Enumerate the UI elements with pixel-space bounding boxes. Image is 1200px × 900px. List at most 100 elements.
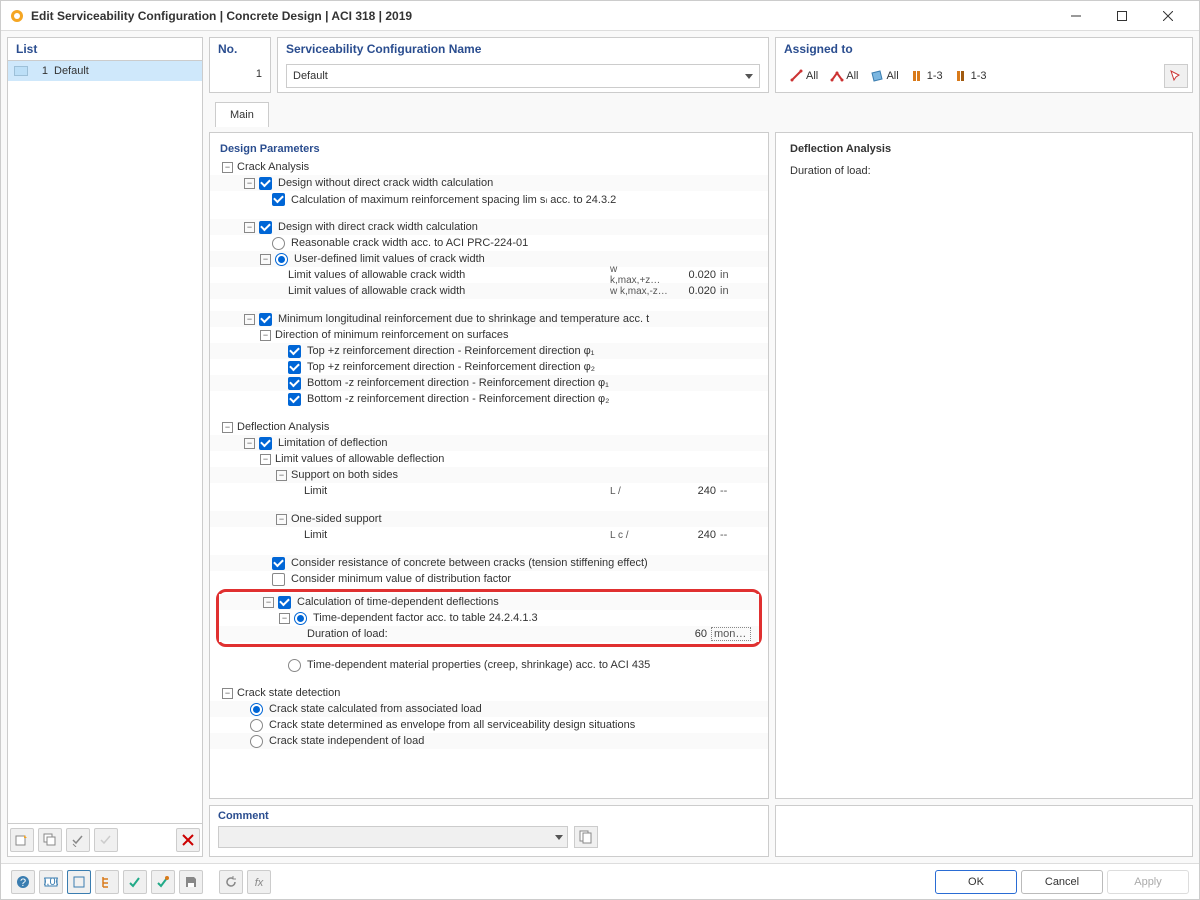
list-item[interactable]: 1 Default [8,61,202,81]
node-design-without[interactable]: Design without direct crack width calcul… [278,177,760,189]
checkbox[interactable] [288,361,301,374]
expander-icon[interactable] [244,438,255,449]
tree-button[interactable] [95,870,119,894]
select-objects-button[interactable] [1164,64,1188,88]
expander-icon[interactable] [279,613,290,624]
radio[interactable] [250,719,263,732]
check-all-button[interactable] [66,828,90,852]
expander-icon[interactable] [244,222,255,233]
checkbox[interactable] [259,437,272,450]
node-bot-p2[interactable]: Bottom -z reinforcement direction - Rein… [307,393,760,405]
save-button[interactable] [179,870,203,894]
node-dir-min[interactable]: Direction of minimum reinforcement on su… [275,329,760,341]
radio[interactable] [250,703,263,716]
expander-icon[interactable] [222,422,233,433]
node-limit-vals-defl[interactable]: Limit values of allowable deflection [275,453,760,465]
node-top-p2[interactable]: Top +z reinforcement direction - Reinfor… [307,361,760,373]
checkbox[interactable] [272,193,285,206]
node-consider-min[interactable]: Consider minimum value of distribution f… [291,573,760,585]
list-item-name: Default [54,65,89,77]
chip-range2[interactable]: 1-3 [951,66,991,86]
radio[interactable] [275,253,288,266]
node-top-p1[interactable]: Top +z reinforcement direction - Reinfor… [307,345,760,357]
node-limit-vals2[interactable]: Limit values of allowable crack width [288,285,610,297]
expander-icon[interactable] [244,178,255,189]
expander-icon[interactable] [276,514,287,525]
delete-button[interactable] [176,828,200,852]
apply-button[interactable]: Apply [1107,870,1189,894]
node-cs-assoc[interactable]: Crack state calculated from associated l… [269,703,760,715]
node-calc-max-reinf[interactable]: Calculation of maximum reinforcement spa… [291,193,760,206]
expander-icon[interactable] [263,597,274,608]
radio[interactable] [250,735,263,748]
node-deflection-analysis[interactable]: Deflection Analysis [237,421,760,433]
checkbox[interactable] [288,393,301,406]
check2-button[interactable] [151,870,175,894]
assigned-chips: All All All 1-3 1-3 [780,62,1164,90]
node-limit-one[interactable]: Limit [304,529,610,541]
expander-icon[interactable] [260,454,271,465]
node-bot-p1[interactable]: Bottom -z reinforcement direction - Rein… [307,377,760,389]
node-min-long[interactable]: Minimum longitudinal reinforcement due t… [278,313,760,325]
units-button[interactable]: 0,00 [39,870,63,894]
cancel-button[interactable]: Cancel [1021,870,1103,894]
name-select[interactable]: Default [286,64,760,88]
node-time-factor[interactable]: Time-dependent factor acc. to table 24.2… [313,612,751,624]
chip-members[interactable]: All [786,66,822,86]
checkbox[interactable] [272,573,285,586]
expander-icon[interactable] [222,162,233,173]
view-button[interactable] [67,870,91,894]
checkbox[interactable] [288,377,301,390]
reset-button[interactable] [219,870,243,894]
help-button[interactable]: ? [11,870,35,894]
expander-icon[interactable] [222,688,233,699]
fx-button[interactable]: fx [247,870,271,894]
node-cs-indep[interactable]: Crack state independent of load [269,735,760,747]
duration-unit[interactable]: mon… [711,627,751,641]
ok-button[interactable]: OK [935,870,1017,894]
node-one-sided[interactable]: One-sided support [291,513,760,525]
uncheck-all-button[interactable] [94,828,118,852]
check1-button[interactable] [123,870,147,894]
chip-range1[interactable]: 1-3 [907,66,947,86]
node-consider-resist[interactable]: Consider resistance of concrete between … [291,557,760,569]
checkbox[interactable] [278,596,291,609]
comment-input[interactable] [218,826,568,848]
checkbox[interactable] [272,557,285,570]
close-button[interactable] [1145,1,1191,31]
node-limit-both[interactable]: Limit [304,485,610,497]
expander-icon[interactable] [260,330,271,341]
expander-icon[interactable] [260,254,271,265]
node-crack-analysis[interactable]: Crack Analysis [237,161,760,173]
chip-sets[interactable]: All [826,66,862,86]
node-reasonable[interactable]: Reasonable crack width acc. to ACI PRC-2… [291,237,760,249]
node-user-defined[interactable]: User-defined limit values of crack width [294,253,760,265]
tab-main[interactable]: Main [215,102,269,127]
radio[interactable] [288,659,301,672]
node-design-with[interactable]: Design with direct crack width calculati… [278,221,760,233]
node-limitation[interactable]: Limitation of deflection [278,437,760,449]
comment-pick-button[interactable] [574,826,598,848]
checkbox[interactable] [259,221,272,234]
radio[interactable] [294,612,307,625]
node-calc-time[interactable]: Calculation of time-dependent deflection… [297,596,751,608]
node-cs-env[interactable]: Crack state determined as envelope from … [269,719,760,731]
assigned-header: Assigned to [776,38,1192,60]
minimize-button[interactable] [1053,1,1099,31]
copy-button[interactable] [38,828,62,852]
checkbox[interactable] [288,345,301,358]
checkbox[interactable] [259,313,272,326]
node-support-both[interactable]: Support on both sides [291,469,760,481]
list-body: 1 Default [7,60,203,824]
radio[interactable] [272,237,285,250]
node-crack-state-det[interactable]: Crack state detection [237,687,760,699]
new-button[interactable] [10,828,34,852]
expander-icon[interactable] [276,470,287,481]
chip-surfaces[interactable]: All [866,66,902,86]
node-limit-vals1[interactable]: Limit values of allowable crack width [288,269,610,281]
expander-icon[interactable] [244,314,255,325]
node-time-mat[interactable]: Time-dependent material properties (cree… [307,659,760,671]
checkbox[interactable] [259,177,272,190]
maximize-button[interactable] [1099,1,1145,31]
node-duration[interactable]: Duration of load: [307,628,601,640]
